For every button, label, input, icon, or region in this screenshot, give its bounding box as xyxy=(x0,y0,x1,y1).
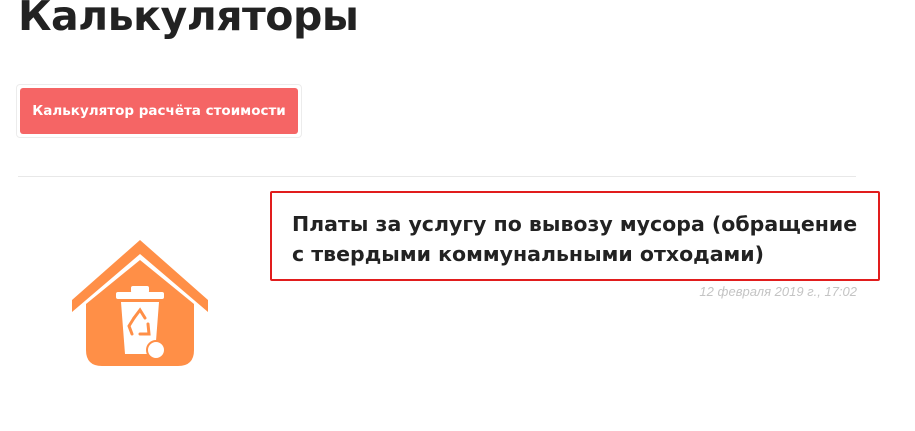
divider xyxy=(18,176,856,177)
article-title-highlight: Платы за услугу по вывозу мусора (обраще… xyxy=(270,191,880,281)
page: Калькуляторы Калькулятор расчёта стоимос… xyxy=(0,0,915,431)
calculator-button-container: Калькулятор расчёта стоимости xyxy=(16,84,302,138)
article-title-link[interactable]: Платы за услугу по вывозу мусора (обраще… xyxy=(292,209,858,269)
article-date: 12 февраля 2019 г., 17:02 xyxy=(699,284,857,299)
page-title: Калькуляторы xyxy=(18,0,359,40)
calculator-cost-button[interactable]: Калькулятор расчёта стоимости xyxy=(20,88,298,134)
recycle-bin-house-icon[interactable] xyxy=(70,238,210,368)
